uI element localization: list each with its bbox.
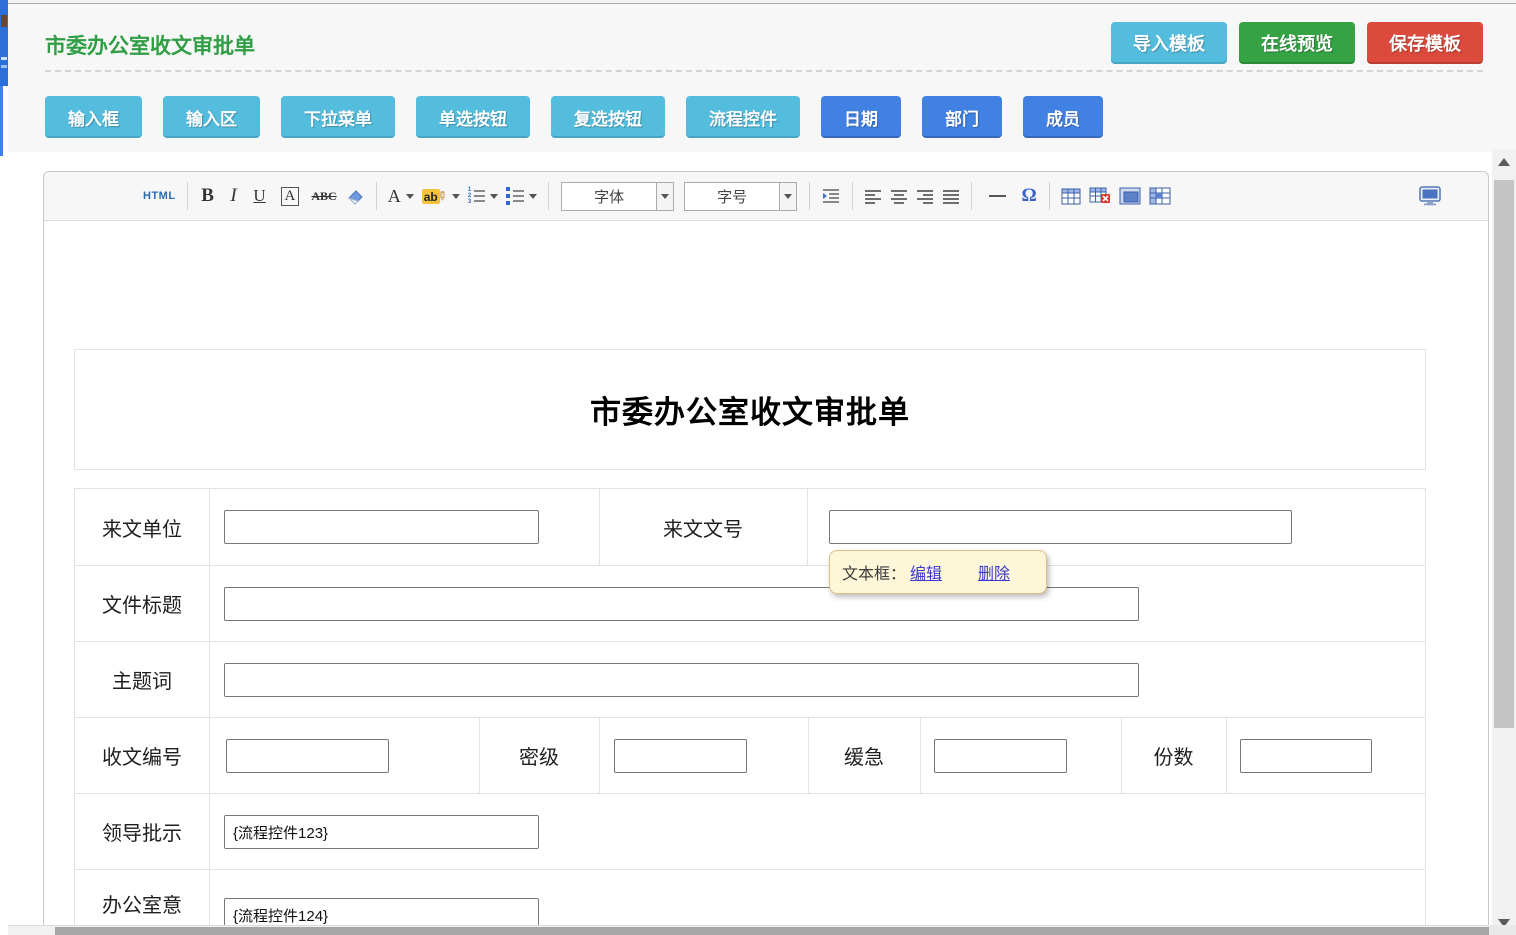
online-preview-button[interactable]: 在线预览 (1239, 22, 1355, 64)
secrecy-level-input[interactable] (614, 739, 747, 773)
urgency-input[interactable] (934, 739, 1067, 773)
widget-flow-control-button[interactable]: 流程控件 (686, 96, 800, 138)
subject-words-input[interactable] (224, 663, 1139, 697)
header-panel: 市委办公室收文审批单 导入模板 在线预览 保存模板 输入框 输入区 下拉菜单 单… (8, 4, 1516, 152)
horizontal-scrollbar-thumb[interactable] (55, 927, 1489, 935)
italic-icon[interactable]: I (221, 180, 247, 212)
widget-member-button[interactable]: 成员 (1023, 96, 1103, 138)
tooltip-edit-link[interactable]: 编辑 (910, 560, 942, 584)
font-color-icon[interactable]: A (384, 180, 418, 212)
label-receipt-number: 收文编号 (75, 718, 209, 793)
widget-date-button[interactable]: 日期 (821, 96, 901, 138)
toolbar-separator (809, 182, 810, 210)
widget-tooltip: 文本框： 编辑 删除 (829, 550, 1047, 594)
incoming-doc-number-input[interactable] (829, 510, 1292, 544)
label-urgency: 缓急 (808, 718, 920, 793)
bold-icon[interactable]: B (195, 180, 221, 212)
chevron-down-icon (529, 194, 537, 199)
header-actions: 导入模板 在线预览 保存模板 (1111, 22, 1483, 64)
leader-comments-input[interactable] (224, 815, 539, 849)
window-left-edge-sliver (0, 86, 3, 156)
underline-icon[interactable]: U (247, 180, 273, 212)
justify-icon[interactable] (938, 180, 964, 212)
toolbar-separator (971, 182, 972, 210)
table-row: 主题词 (75, 641, 1425, 717)
insert-table-icon[interactable] (1057, 180, 1085, 212)
special-character-icon[interactable]: Ω (1016, 180, 1042, 212)
copies-input[interactable] (1240, 739, 1372, 773)
tooltip-delete-link[interactable]: 删除 (978, 560, 1010, 584)
align-right-icon[interactable] (912, 180, 938, 212)
widget-input-box-button[interactable]: 输入框 (45, 96, 142, 138)
toolbar-separator (376, 182, 377, 210)
import-template-button[interactable]: 导入模板 (1111, 22, 1227, 64)
table-row: 收文编号 密级 缓急 份数 (75, 717, 1425, 793)
toolbar-separator (187, 182, 188, 210)
font-size-select[interactable]: 字号 (684, 182, 797, 211)
form-title: 市委办公室收文审批单 (590, 387, 910, 432)
incoming-unit-input[interactable] (224, 510, 539, 544)
label-doc-title: 文件标题 (75, 566, 209, 641)
label-copies: 份数 (1121, 718, 1226, 793)
widget-radio-button[interactable]: 单选按钮 (416, 96, 530, 138)
toolbar-separator (1049, 182, 1050, 210)
vertical-scrollbar[interactable] (1492, 150, 1516, 935)
html-source-icon[interactable]: HTML (139, 180, 180, 212)
horizontal-rule-icon[interactable] (979, 180, 1016, 212)
save-template-button[interactable]: 保存模板 (1367, 22, 1483, 64)
editor-panel: HTML B I U A ABC A ab✎ 123 字体 (43, 171, 1489, 935)
page-title: 市委办公室收文审批单 (45, 30, 255, 60)
horizontal-scrollbar[interactable] (8, 925, 1489, 935)
scroll-up-arrow[interactable] (1492, 150, 1516, 174)
ordered-list-icon[interactable]: 123 (464, 180, 502, 212)
table-row: 领导批示 (75, 793, 1425, 869)
chevron-down-icon (406, 194, 414, 199)
header-divider (45, 70, 1483, 72)
tooltip-label: 文本框： (842, 560, 906, 584)
align-center-icon[interactable] (886, 180, 912, 212)
chevron-down-icon (656, 183, 673, 210)
left-edge-mark (1, 57, 7, 60)
label-incoming-doc-number: 来文文号 (599, 489, 807, 565)
label-leader-comments: 领导批示 (75, 794, 209, 869)
chevron-down-icon (779, 183, 796, 210)
fullscreen-icon[interactable] (1414, 180, 1446, 212)
editor-toolbar: HTML B I U A ABC A ab✎ 123 字体 (44, 172, 1488, 221)
label-incoming-unit: 来文单位 (75, 489, 209, 565)
receipt-number-input[interactable] (226, 739, 389, 773)
delete-table-icon[interactable] (1085, 180, 1115, 212)
align-left-icon[interactable] (860, 180, 886, 212)
widget-textarea-button[interactable]: 输入区 (163, 96, 260, 138)
window-left-edge (0, 0, 8, 86)
table-row: 来文单位 来文文号 (75, 489, 1425, 565)
font-family-select[interactable]: 字体 (561, 182, 674, 211)
toolbar-separator (548, 182, 549, 210)
merge-cells-icon[interactable] (1115, 180, 1145, 212)
eraser-icon[interactable] (341, 180, 369, 212)
indent-icon[interactable] (817, 180, 845, 212)
widget-department-button[interactable]: 部门 (922, 96, 1002, 138)
left-edge-mark (1, 15, 7, 27)
form-title-cell: 市委办公室收文审批单 (74, 349, 1426, 470)
strikethrough-icon[interactable]: ABC (307, 180, 340, 212)
vertical-scrollbar-thumb[interactable] (1494, 180, 1514, 728)
chevron-down-icon (452, 194, 460, 199)
widget-button-row: 输入框 输入区 下拉菜单 单选按钮 复选按钮 流程控件 日期 部门 成员 (45, 96, 1103, 138)
highlight-color-icon[interactable]: ab✎ (418, 180, 464, 212)
unordered-list-icon[interactable] (502, 180, 541, 212)
left-edge-mark (1, 65, 7, 68)
scrollbar-corner (1489, 925, 1516, 935)
page: 市委办公室收文审批单 导入模板 在线预览 保存模板 输入框 输入区 下拉菜单 单… (0, 0, 1516, 935)
font-border-icon[interactable]: A (273, 180, 308, 212)
form-table: 来文单位 来文文号 文件标题 主题词 (74, 488, 1426, 935)
label-subject-words: 主题词 (75, 642, 209, 717)
label-secrecy-level: 密级 (479, 718, 599, 793)
widget-checkbox-button[interactable]: 复选按钮 (551, 96, 665, 138)
table-properties-icon[interactable] (1145, 180, 1175, 212)
widget-dropdown-button[interactable]: 下拉菜单 (281, 96, 395, 138)
table-row: 文件标题 (75, 565, 1425, 641)
chevron-down-icon (490, 194, 498, 199)
toolbar-separator (852, 182, 853, 210)
